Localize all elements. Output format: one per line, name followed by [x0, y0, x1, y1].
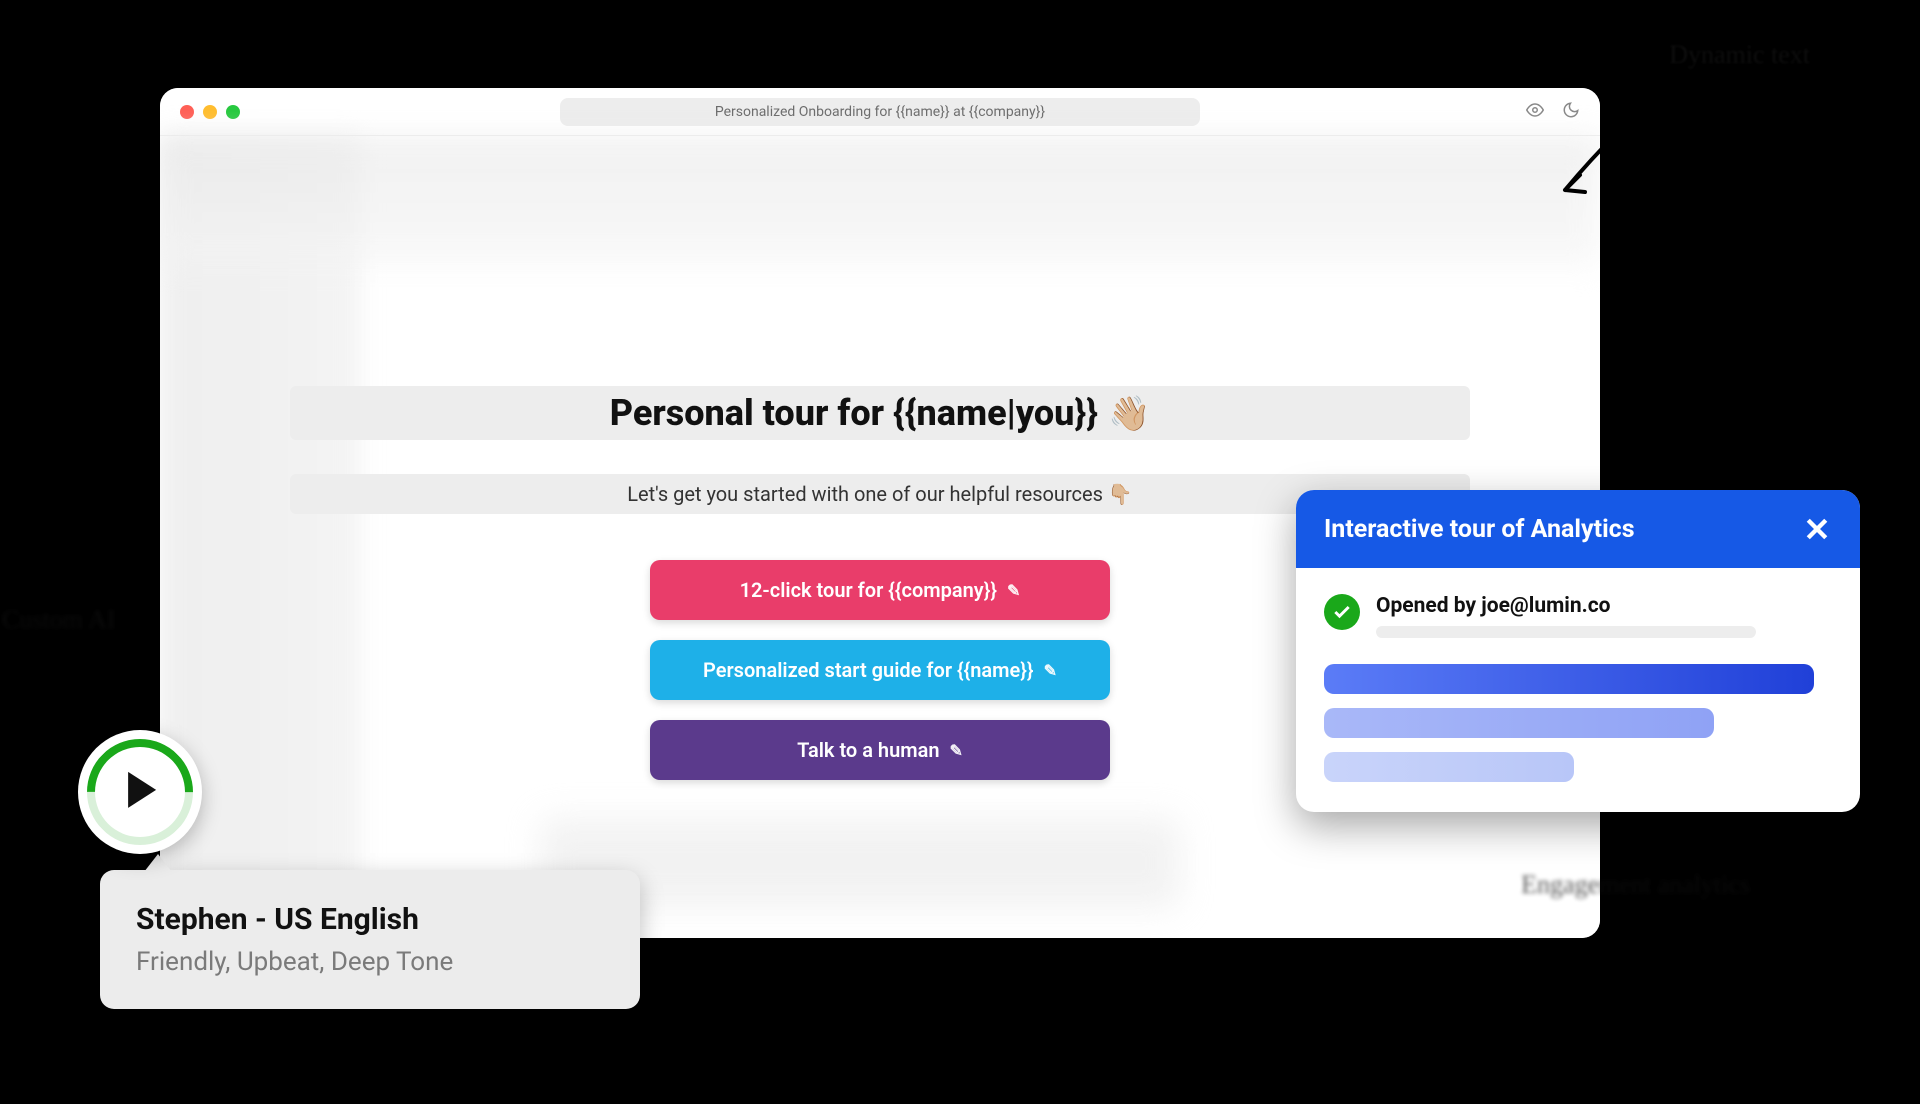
minimize-window-button[interactable] [203, 105, 217, 119]
blurred-header [160, 136, 1600, 266]
play-button[interactable] [78, 730, 202, 854]
analytics-bar-3 [1324, 752, 1574, 782]
cta-human-label: Talk to a human [797, 738, 939, 762]
pencil-icon: ✎ [1044, 661, 1057, 680]
analytics-header: Interactive tour of Analytics [1296, 490, 1860, 568]
annotation-engagement: Engagement analytics [1521, 870, 1750, 900]
annotation-custom-ai: Custom AI [2, 605, 115, 635]
close-window-button[interactable] [180, 105, 194, 119]
analytics-bar-1 [1324, 664, 1814, 694]
analytics-body: Opened by joe@lumin.co [1296, 568, 1860, 812]
opened-sub-placeholder [1376, 626, 1756, 638]
annotation-dynamic-text: Dynamic text [1669, 40, 1810, 70]
traffic-lights [180, 105, 240, 119]
analytics-popup: Interactive tour of Analytics Opened by … [1296, 490, 1860, 812]
cta-human-button[interactable]: Talk to a human ✎ [650, 720, 1110, 780]
analytics-title: Interactive tour of Analytics [1324, 515, 1635, 544]
cta-guide-button[interactable]: Personalized start guide for {{name}} ✎ [650, 640, 1110, 700]
opened-row: Opened by joe@lumin.co [1324, 594, 1832, 638]
pencil-icon: ✎ [950, 741, 963, 760]
hero-title-container: Personal tour for {{name|you}} 👋🏼 [290, 386, 1470, 440]
wave-emoji-icon: 👋🏼 [1108, 394, 1150, 434]
check-icon [1324, 594, 1360, 630]
play-icon [128, 772, 156, 808]
cta-guide-label: Personalized start guide for {{name}} [703, 658, 1034, 682]
cta-tour-label: 12-click tour for {{company}} [740, 578, 997, 602]
titlebar: Personalized Onboarding for {{name}} at … [160, 88, 1600, 136]
arrow-icon [1550, 120, 1640, 210]
analytics-bar-2 [1324, 708, 1714, 738]
voice-description: Friendly, Upbeat, Deep Tone [136, 947, 604, 977]
hero-title: Personal tour for {{name|you}} [610, 392, 1098, 434]
cta-stack: 12-click tour for {{company}} ✎ Personal… [650, 560, 1110, 780]
cta-tour-button[interactable]: 12-click tour for {{company}} ✎ [650, 560, 1110, 620]
close-icon [1802, 514, 1832, 544]
close-button[interactable] [1802, 514, 1832, 544]
pencil-icon: ✎ [1007, 581, 1020, 600]
hero-subtitle: Let's get you started with one of our he… [290, 474, 1470, 514]
hero-section: Personal tour for {{name|you}} 👋🏼 Let's … [290, 386, 1470, 780]
voice-name: Stephen - US English [136, 902, 604, 937]
opened-by-text: Opened by joe@lumin.co [1376, 594, 1756, 618]
eye-icon[interactable] [1526, 101, 1544, 123]
voice-tooltip: Stephen - US English Friendly, Upbeat, D… [100, 870, 640, 1009]
maximize-window-button[interactable] [226, 105, 240, 119]
address-bar[interactable]: Personalized Onboarding for {{name}} at … [560, 98, 1200, 126]
